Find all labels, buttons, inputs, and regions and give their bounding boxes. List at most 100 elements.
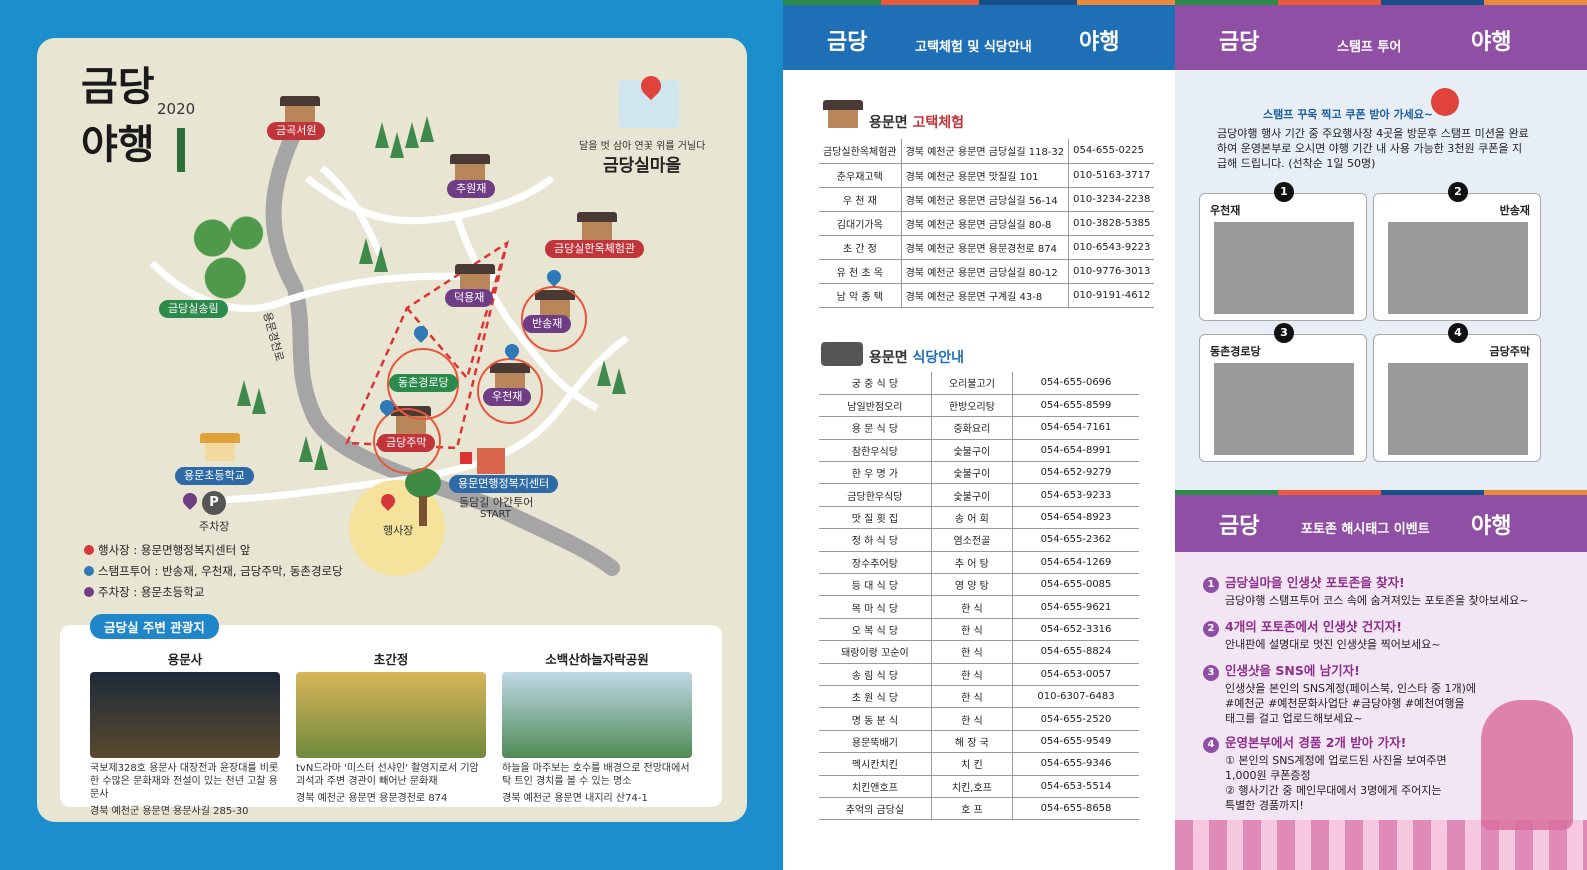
- restaurant-phone: 054-653-0057: [1012, 663, 1139, 686]
- restaurant-row: 치킨앤호프 치킨,호프 054-653-5514: [819, 775, 1139, 798]
- spot-photo: [1388, 222, 1528, 314]
- restaurant-menu: 한 식: [931, 685, 1013, 709]
- restaurant-name: 용 문 식 당: [819, 416, 932, 440]
- restaurant-name: 남일반점오리: [819, 394, 932, 418]
- logo-bottom: 야행: [81, 122, 155, 168]
- sight-address: 경북 예천군 용문면 용문사길 285-30: [90, 806, 249, 817]
- sight-card: 용문사 국보제328호 용문사 대장전과 윤장대를 비롯한 수많은 문화재와 전…: [90, 649, 280, 817]
- step-body: ① 본인의 SNS계정에 업로드된 사진을 보여주면: [1225, 754, 1447, 767]
- stamp-spot: 반송재 2: [1373, 182, 1541, 321]
- step-body: 금당야행 스탬프투어 코스 속에 숨겨져있는 포토존을 찾아보세요~: [1225, 594, 1529, 607]
- restaurant-name: 맛 질 횟 집: [819, 506, 932, 530]
- stamp-spot: 우천재 1: [1199, 182, 1367, 321]
- lodging-name: 우 천 재: [819, 187, 902, 212]
- restaurant-name: 궁 중 식 당: [819, 372, 932, 395]
- lodging-address: 경북 예천군 용문면 용문경천로 874: [901, 235, 1070, 260]
- place-jumak: 금당주막: [377, 434, 436, 452]
- restaurant-phone: 054-654-7161: [1012, 416, 1139, 440]
- house-icon: [577, 212, 617, 242]
- event-site-label: 행사장: [383, 524, 414, 537]
- lodging-phone: 010-9776-3013: [1068, 259, 1155, 284]
- step-number: 3: [1203, 665, 1219, 681]
- tree-icon: [299, 436, 313, 462]
- tree-icon: [612, 368, 626, 394]
- lodging-phone: 010-5163-3717: [1068, 163, 1155, 188]
- place-school: 용문초등학교: [175, 467, 254, 485]
- step-body: 1,000원 쿠폰증정: [1225, 769, 1311, 782]
- place-bansong: 반송재: [523, 315, 572, 333]
- restaurant-row: 멕시칸치킨 치 킨 054-655-9346: [819, 752, 1139, 776]
- place-geumgok: 금곡서원: [267, 122, 326, 140]
- panel-header: 금당 고택체험 및 식당안내 야행: [783, 0, 1175, 70]
- spot-photo: [1388, 363, 1528, 455]
- step-body: 태그를 걸고 업로드해보세요~: [1225, 712, 1363, 725]
- selfie-couple-illustration: [1481, 700, 1573, 830]
- restaurant-menu: 염소전골: [931, 528, 1013, 552]
- restaurant-phone: 054-654-8923: [1012, 506, 1139, 530]
- lodging-row: 남 악 종 택 경북 예천군 용문면 구계길 43-8 010-9191-4612: [819, 283, 1155, 308]
- brand-left: 금당: [1219, 514, 1260, 539]
- place-center: 용문면행정복지센터: [449, 475, 559, 493]
- restaurant-row: 돼랑이랑 꼬순이 한 식 054-655-8824: [819, 640, 1139, 664]
- restaurant-table: 궁 중 식 당 오리불고기 054-655-0696 남일반점오리 한방오리탕 054-6…: [819, 372, 1139, 821]
- panel-title: 고택체험 및 식당안내: [915, 40, 1032, 55]
- lodging-phone: 054-655-0225: [1068, 139, 1155, 164]
- restaurant-icon: [821, 342, 863, 366]
- step-heading: 인생샷을 SNS에 남기자!: [1225, 663, 1360, 678]
- center-building-icon: [477, 448, 505, 474]
- lodging-restaurant-panel: 금당 고택체험 및 식당안내 야행 용문면 고택체험 금당실한옥체험관 경북 예천…: [783, 0, 1175, 870]
- lodging-phone: 010-3828-5385: [1068, 211, 1155, 236]
- restaurant-name: 송 림 식 당: [819, 663, 932, 686]
- tree-icon: [237, 380, 251, 406]
- restaurant-phone: 054-652-9279: [1012, 461, 1139, 485]
- restaurant-name: 오 복 식 당: [819, 618, 932, 642]
- event-step: 2 4개의 포토존에서 인생샷 건지자! 안내판에 설명대로 멋진 인생샷을 찍어보…: [1203, 616, 1440, 652]
- restaurant-menu: 한 식: [931, 640, 1013, 664]
- lodging-row: 우 천 재 경북 예천군 용문면 금당실길 56-14 010-3234-2238: [819, 187, 1155, 212]
- legend-stamp: 스탬프투어 : 반송재, 우천재, 금당주막, 동촌경로당: [84, 563, 343, 579]
- restaurant-row: 남일반점오리 한방오리탕 054-655-8599: [819, 394, 1139, 418]
- restaurant-phone: 054-655-8824: [1012, 640, 1139, 664]
- step-body: #예천군 #예천문화사업단 #금당야행 #예천여행을: [1225, 697, 1465, 710]
- lodging-address: 경북 예천군 용문면 금당실길 80-12: [901, 259, 1070, 284]
- pine-trees-icon: [187, 208, 272, 308]
- restaurant-row: 오 복 식 당한 식 054-652-3316: [819, 618, 1139, 642]
- restaurant-phone: 054-653-9233: [1012, 483, 1139, 507]
- restaurant-row: 금당한우식당 숯불구이 054-653-9233: [819, 483, 1139, 507]
- step-number: 2: [1203, 621, 1219, 637]
- nearby-sights: 금당실 주변 관광지 용문사 국보제328호 용문사 대장전과 윤장대를 비롯한…: [60, 614, 722, 817]
- sight-photo: [502, 672, 692, 758]
- stamp-spot: 금당주막 4: [1373, 323, 1541, 462]
- restaurant-phone: 054-655-2362: [1012, 528, 1139, 552]
- restaurant-name: 용문뚝배기: [819, 730, 932, 754]
- lodging-title: 용문면 고택체험: [869, 115, 965, 131]
- tree-icon: [314, 444, 328, 470]
- restaurant-menu: 숯불구이: [931, 483, 1013, 507]
- step-body: ② 행사기간 중 메인무대에서 3명에게 주어지는: [1225, 784, 1442, 797]
- restaurant-phone: 054-653-5514: [1012, 775, 1139, 798]
- sight-address: 경북 예천군 용문면 용문경천로 874: [296, 793, 448, 804]
- event-step: 4 운영본부에서 경품 2개 받아 가자! ① 본인의 SNS계정에 업로드된 사진…: [1203, 732, 1447, 813]
- restaurant-row: 궁 중 식 당 오리불고기 054-655-0696: [819, 372, 1139, 395]
- restaurant-row: 추억의 금당실 호 프 054-655-8658: [819, 797, 1139, 821]
- sight-address: 경북 예천군 용문면 내지리 산74-1: [502, 793, 648, 804]
- lodging-address: 경북 예천군 용문면 금당실길 80-8: [901, 211, 1070, 236]
- food-title: 용문면 식당안내: [869, 350, 965, 366]
- start-flag-icon: [460, 452, 472, 464]
- restaurant-row: 맛 질 횟 집송 어 회 054-654-8923: [819, 506, 1139, 530]
- lodging-name: 초 간 정: [819, 235, 902, 260]
- restaurant-name: 목 마 식 당: [819, 595, 932, 619]
- panel-header: 금당 스탬프 투어 야행: [1175, 0, 1587, 70]
- restaurant-row: 용 문 식 당 중화요리 054-654-7161: [819, 416, 1139, 440]
- event-step: 1 금당실마을 인생샷 포토존을 찾자! 금당야행 스탬프투어 코스 속에 숨겨져있…: [1203, 572, 1528, 608]
- lodging-address: 경북 예천군 용문면 맛질길 101: [901, 163, 1070, 188]
- restaurant-menu: 한 식: [931, 595, 1013, 619]
- lodging-phone: 010-6543-9223: [1068, 235, 1155, 260]
- restaurant-name: 돼랑이랑 꼬순이: [819, 640, 932, 664]
- tree-icon: [374, 246, 388, 272]
- brand-right: 야행: [1471, 514, 1512, 539]
- restaurant-name: 등 대 식 당: [819, 573, 932, 597]
- restaurant-name: 참한우식당: [819, 439, 932, 463]
- lodging-name: 금당실한옥체험관: [819, 139, 902, 164]
- sight-photo: [296, 672, 486, 758]
